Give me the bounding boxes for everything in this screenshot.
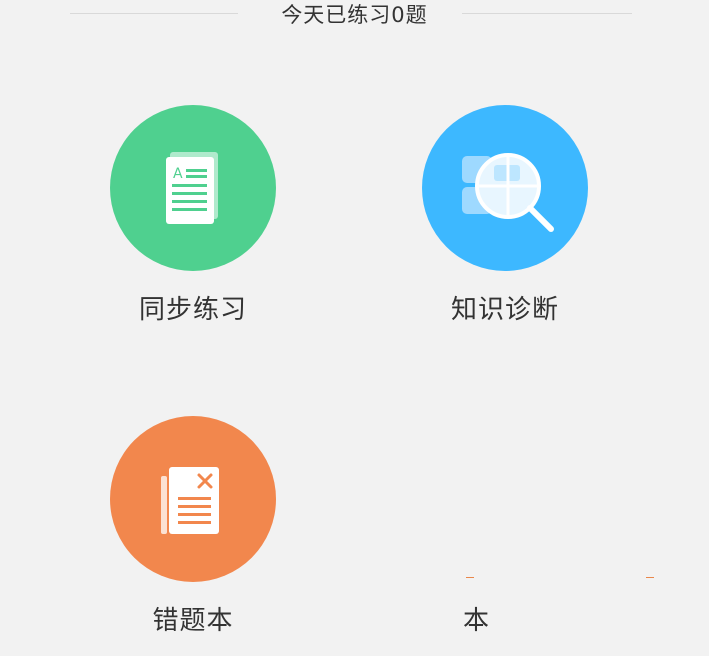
sync-practice-tile[interactable]: A 同步练习 bbox=[73, 105, 313, 345]
partial-tile-label[interactable]: 本 bbox=[463, 600, 493, 637]
practice-summary-header: 今天已练习0题 bbox=[0, 0, 709, 30]
wrong-answer-book-icon bbox=[110, 416, 276, 582]
sync-practice-label: 同步练习 bbox=[138, 295, 247, 325]
partial-tile-edge-left bbox=[466, 577, 474, 578]
svg-text:A: A bbox=[173, 166, 183, 182]
document-icon: A bbox=[110, 105, 276, 271]
knowledge-diagnosis-tile[interactable]: 知识诊断 bbox=[385, 105, 625, 345]
header-divider-right bbox=[462, 13, 632, 14]
mistake-book-tile[interactable]: 错题本 bbox=[73, 416, 313, 656]
practice-count-title: 今天已练习0题 bbox=[281, 3, 428, 27]
partial-tile-edge-right bbox=[646, 577, 654, 578]
magnifier-icon bbox=[422, 105, 588, 271]
mistake-book-label: 错题本 bbox=[152, 606, 234, 636]
knowledge-diagnosis-label: 知识诊断 bbox=[450, 295, 559, 325]
